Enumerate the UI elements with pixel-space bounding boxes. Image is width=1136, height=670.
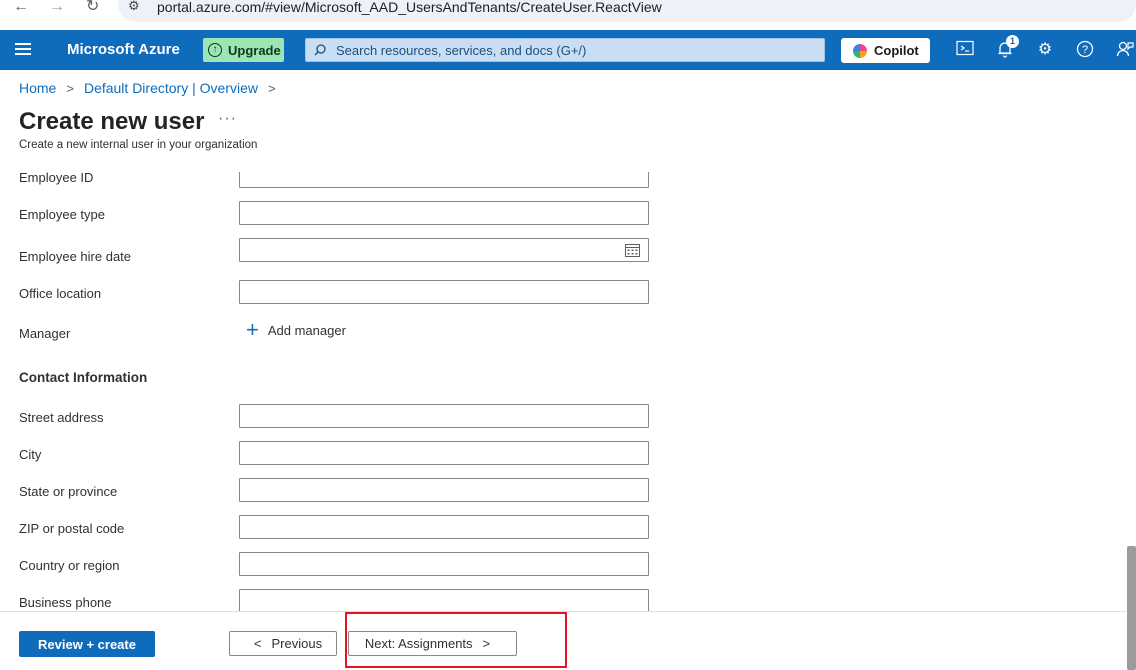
brand-title[interactable]: Microsoft Azure [67,41,180,58]
copilot-icon [853,43,867,58]
page-subtitle: Create a new internal user in your organ… [19,139,258,151]
country-region-field[interactable] [239,552,649,576]
employee-id-label: Employee ID [19,170,94,185]
reload-icon[interactable]: ↻ [86,0,99,15]
add-manager-button[interactable]: + Add manager [246,317,346,342]
country-region-label: Country or region [19,558,120,573]
state-province-field[interactable] [239,478,649,502]
settings-gear-icon[interactable]: ⚙ [1035,40,1055,60]
city-label: City [19,447,42,462]
previous-button[interactable]: < Previous [229,631,337,656]
street-address-field[interactable] [239,404,649,428]
state-province-label: State or province [19,484,118,499]
svg-text:?: ? [1082,44,1088,56]
office-location-field[interactable] [239,280,649,304]
chevron-right-icon: > [267,80,276,96]
zip-code-label: ZIP or postal code [19,521,125,536]
office-location-label: Office location [19,286,102,301]
street-address-label: Street address [19,410,104,425]
chevron-left-icon: < [253,636,262,651]
portal-header: Microsoft Azure ↑ Upgrade Search resourc… [0,30,1136,70]
business-phone-label: Business phone [19,595,112,610]
url-text[interactable]: portal.azure.com/#view/Microsoft_AAD_Use… [157,0,662,15]
business-phone-field[interactable] [239,589,649,613]
back-arrow-icon[interactable]: ← [13,0,29,15]
add-manager-label: Add manager [267,322,346,338]
review-create-button[interactable]: Review + create [19,631,155,657]
copilot-label: Copilot [874,43,919,58]
employee-type-label: Employee type [19,207,105,222]
city-field[interactable] [239,441,649,465]
breadcrumb: Home > Default Directory | Overview > [19,80,286,96]
forward-arrow-icon[interactable]: → [49,0,65,15]
copilot-button[interactable]: Copilot [841,38,930,63]
hire-date-label: Employee hire date [19,249,132,264]
site-settings-icon[interactable]: ⚙ [128,0,140,14]
search-placeholder: Search resources, services, and docs (G+… [336,42,587,58]
cloud-shell-icon[interactable] [955,40,975,60]
highlight-annotation [345,612,567,668]
browser-toolbar: ← → ↻ ⚙ portal.azure.com/#view/Microsoft… [0,0,1136,29]
calendar-icon[interactable] [625,243,640,257]
upgrade-arrow-icon: ↑ [208,43,222,57]
manager-label: Manager [19,326,71,341]
upgrade-label: Upgrade [228,42,281,58]
menu-icon[interactable] [15,43,31,57]
chevron-right-icon: > [66,80,74,96]
help-icon[interactable]: ? [1075,40,1095,60]
previous-label: Previous [271,636,323,651]
employee-id-field[interactable] [239,172,649,188]
breadcrumb-home[interactable]: Home [19,80,56,96]
scrollbar-thumb[interactable] [1127,546,1136,670]
zip-code-field[interactable] [239,515,649,539]
page-title: Create new user [19,108,205,135]
hire-date-field[interactable] [239,238,649,262]
breadcrumb-directory-overview[interactable]: Default Directory | Overview [84,80,258,96]
more-options-icon[interactable]: ··· [218,110,237,128]
contact-information-heading: Contact Information [19,370,148,385]
feedback-icon[interactable] [1115,40,1135,60]
search-input[interactable]: Search resources, services, and docs (G+… [305,38,825,62]
plus-icon: + [246,317,259,342]
employee-type-field[interactable] [239,201,649,225]
search-icon [314,44,326,56]
notification-badge: 1 [1006,35,1019,48]
upgrade-button[interactable]: ↑ Upgrade [203,38,284,62]
